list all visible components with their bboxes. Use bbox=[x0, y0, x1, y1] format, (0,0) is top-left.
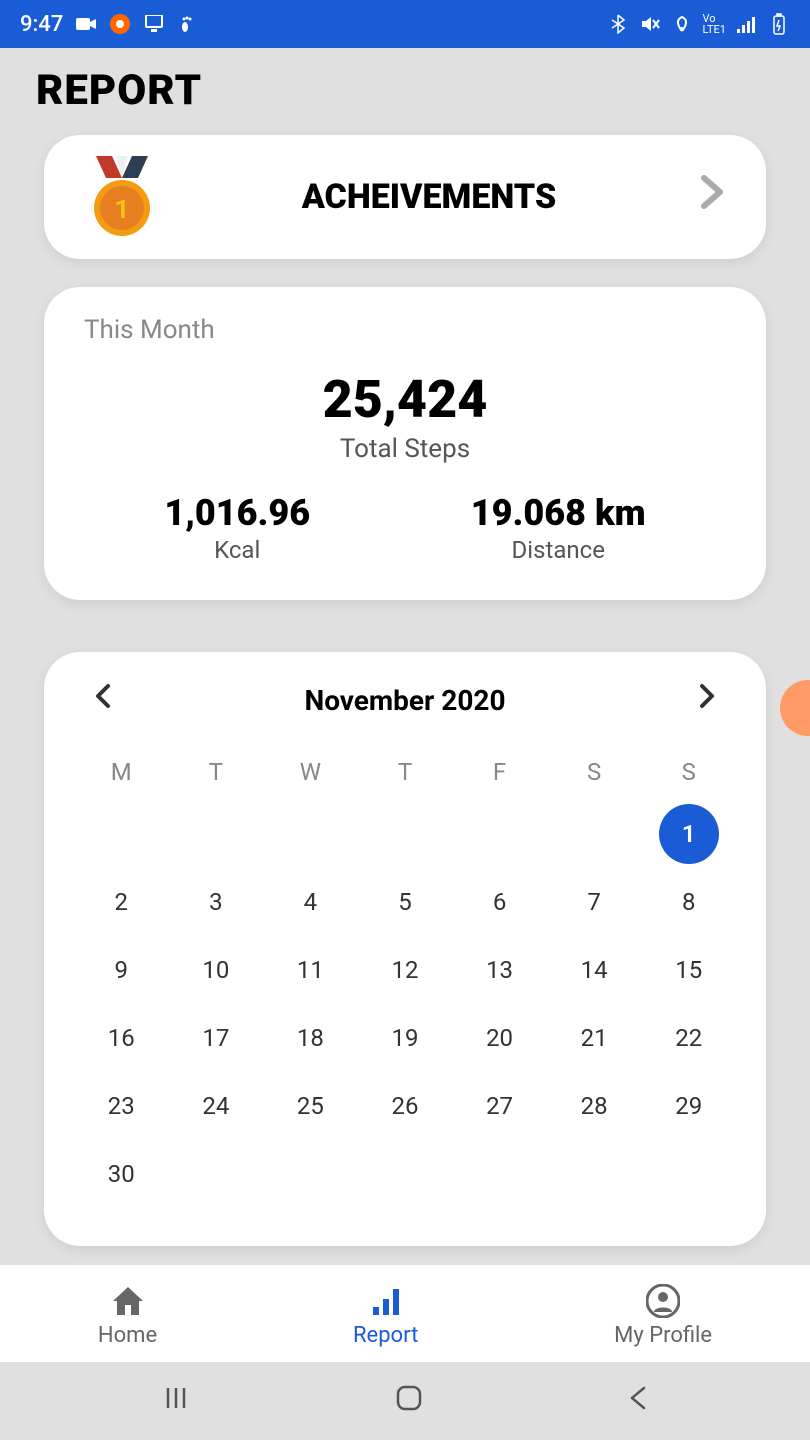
footprint-icon bbox=[177, 13, 199, 35]
calendar-next-button[interactable] bbox=[688, 682, 726, 718]
distance-stat: 19.068 km Distance bbox=[471, 492, 646, 564]
calendar-day[interactable]: 8 bbox=[641, 872, 736, 932]
status-right: VoLTE1 bbox=[607, 13, 790, 35]
signal-icon bbox=[736, 13, 758, 35]
calendar-day[interactable]: 24 bbox=[169, 1076, 264, 1136]
calendar-day[interactable]: 11 bbox=[263, 940, 358, 1000]
floating-indicator[interactable] bbox=[780, 680, 810, 736]
calendar-day[interactable]: 26 bbox=[358, 1076, 453, 1136]
report-icon bbox=[368, 1283, 404, 1319]
nav-report[interactable]: Report bbox=[353, 1283, 418, 1348]
day-header: T bbox=[169, 748, 264, 796]
calendar-day[interactable]: 10 bbox=[169, 940, 264, 1000]
medal-icon: 1 bbox=[82, 157, 162, 237]
kcal-value: 1,016.96 bbox=[164, 492, 310, 534]
chevron-right-icon bbox=[696, 170, 728, 225]
mute-icon bbox=[639, 13, 661, 35]
calendar-day[interactable]: 19 bbox=[358, 1008, 453, 1068]
day-header: T bbox=[358, 748, 453, 796]
stats-header: This Month bbox=[84, 315, 726, 345]
calendar-prev-button[interactable] bbox=[84, 682, 122, 718]
calendar-day[interactable]: 1 bbox=[641, 804, 736, 864]
status-bar: 9:47 VoLTE1 bbox=[0, 0, 810, 48]
bottom-nav: Home Report My Profile bbox=[0, 1265, 810, 1362]
day-header: S bbox=[641, 748, 736, 796]
calendar-grid: MTWTFSS123456789101112131415161718192021… bbox=[74, 748, 736, 1204]
record-icon bbox=[109, 13, 131, 35]
kcal-stat: 1,016.96 Kcal bbox=[164, 492, 310, 564]
video-icon bbox=[75, 13, 97, 35]
status-time: 9:47 bbox=[20, 12, 63, 37]
profile-icon bbox=[645, 1283, 681, 1319]
lte-label: VoLTE1 bbox=[703, 13, 726, 35]
calendar-day[interactable]: 9 bbox=[74, 940, 169, 1000]
page-title: REPORT bbox=[0, 48, 810, 125]
calendar-day[interactable]: 20 bbox=[452, 1008, 547, 1068]
status-left: 9:47 bbox=[20, 12, 199, 37]
distance-value: 19.068 km bbox=[471, 492, 646, 534]
system-nav bbox=[0, 1362, 810, 1440]
nav-home-label: Home bbox=[98, 1323, 157, 1348]
calendar-day[interactable]: 13 bbox=[452, 940, 547, 1000]
calendar-day[interactable]: 17 bbox=[169, 1008, 264, 1068]
nav-profile[interactable]: My Profile bbox=[614, 1283, 712, 1348]
calendar-day[interactable]: 5 bbox=[358, 872, 453, 932]
recent-apps-button[interactable] bbox=[162, 1384, 190, 1419]
calendar-day[interactable]: 4 bbox=[263, 872, 358, 932]
calendar-day[interactable]: 18 bbox=[263, 1008, 358, 1068]
day-header: S bbox=[547, 748, 642, 796]
day-header: M bbox=[74, 748, 169, 796]
total-steps-value: 25,424 bbox=[84, 369, 726, 430]
calendar-day[interactable]: 12 bbox=[358, 940, 453, 1000]
total-steps-label: Total Steps bbox=[84, 434, 726, 464]
day-header: F bbox=[452, 748, 547, 796]
day-header: W bbox=[263, 748, 358, 796]
calendar-day[interactable]: 2 bbox=[74, 872, 169, 932]
nav-report-label: Report bbox=[353, 1323, 418, 1348]
calendar-day[interactable]: 21 bbox=[547, 1008, 642, 1068]
calendar-day[interactable]: 3 bbox=[169, 872, 264, 932]
distance-label: Distance bbox=[471, 536, 646, 564]
calendar-day[interactable]: 6 bbox=[452, 872, 547, 932]
bluetooth-icon bbox=[607, 13, 629, 35]
calendar-day[interactable]: 29 bbox=[641, 1076, 736, 1136]
calendar-day[interactable]: 28 bbox=[547, 1076, 642, 1136]
battery-icon bbox=[768, 13, 790, 35]
nav-profile-label: My Profile bbox=[614, 1323, 712, 1348]
calendar-month: November 2020 bbox=[304, 684, 505, 717]
stats-card: This Month 25,424 Total Steps 1,016.96 K… bbox=[44, 287, 766, 600]
calendar-day[interactable]: 7 bbox=[547, 872, 642, 932]
calendar-day[interactable]: 30 bbox=[74, 1144, 169, 1204]
cast-icon bbox=[143, 13, 165, 35]
calendar-day[interactable]: 22 bbox=[641, 1008, 736, 1068]
calendar-day[interactable]: 14 bbox=[547, 940, 642, 1000]
kcal-label: Kcal bbox=[164, 536, 310, 564]
back-button[interactable] bbox=[628, 1384, 648, 1419]
calendar-card: November 2020 MTWTFSS1234567891011121314… bbox=[44, 652, 766, 1246]
nav-home[interactable]: Home bbox=[98, 1283, 157, 1348]
achievements-label: ACHEIVEMENTS bbox=[188, 177, 670, 217]
calendar-day[interactable]: 16 bbox=[74, 1008, 169, 1068]
home-button[interactable] bbox=[394, 1383, 424, 1420]
calendar-day[interactable]: 25 bbox=[263, 1076, 358, 1136]
calendar-day[interactable]: 23 bbox=[74, 1076, 169, 1136]
svg-text:1: 1 bbox=[115, 195, 130, 225]
calendar-day[interactable]: 15 bbox=[641, 940, 736, 1000]
achievements-card[interactable]: 1 ACHEIVEMENTS bbox=[44, 135, 766, 259]
wifi-icon bbox=[671, 13, 693, 35]
home-icon bbox=[110, 1283, 146, 1319]
calendar-day[interactable]: 27 bbox=[452, 1076, 547, 1136]
